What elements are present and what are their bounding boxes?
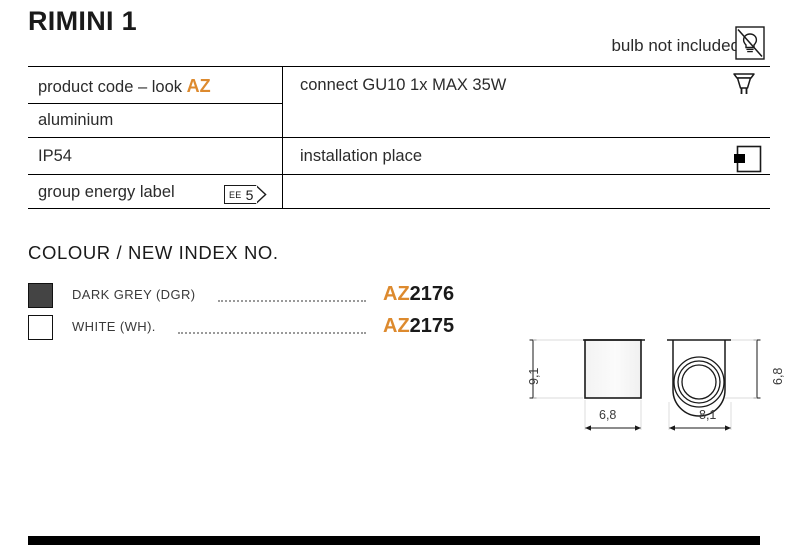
colour-name-dark-grey: DARK GREY (DGR) [72,287,196,302]
table-cell-material: aluminium [38,111,114,129]
energy-label-prefix: EE [229,189,242,200]
table-rule-3 [28,174,770,175]
colour-code-number-white: 2175 [409,315,455,337]
product-code-label: product code – look [38,78,187,96]
gu10-bulb-icon [731,70,757,98]
table-cell-energy-label: group energy label [38,183,175,201]
table-column-divider [282,66,283,208]
colour-row-white: WHITE (WH). AZ2175 [28,315,458,340]
table-rule-2 [28,137,770,138]
colour-swatch-dark-grey [28,283,53,308]
installation-place-icon [734,144,764,174]
side-view-height-dimension: 9,1 [527,367,541,385]
energy-label-arrow-icon [256,185,268,204]
product-code-accent: AZ [186,76,211,96]
colour-code-prefix-dark-grey: AZ [383,283,410,305]
colour-name-white: WHITE (WH). [72,319,156,334]
bulb-not-included-label: bulb not included [611,36,740,55]
page-title: RIMINI 1 [28,6,137,36]
table-rule-bottom [28,208,770,209]
table-cell-installation-place: installation place [300,147,422,165]
table-cell-ip-rating: IP54 [38,147,72,165]
colour-code-number-dark-grey: 2176 [409,283,455,305]
energy-label-badge: EE 5 [224,185,268,204]
colour-code-white: AZ2175 [383,315,454,338]
energy-label-value: 5 [245,186,254,203]
table-rule-top [28,66,770,67]
bulb-not-included-icon [735,26,765,60]
side-view-width-dimension: 6,8 [599,408,617,422]
table-cell-product-code: product code – look AZ [38,76,211,97]
bottom-divider-bar [28,536,760,545]
top-view-height-dimension: 6,8 [771,367,785,385]
leader-dots-white [178,330,366,334]
table-rule-1 [28,103,282,104]
table-cell-connect: connect GU10 1x MAX 35W [300,76,507,94]
colour-section-heading: COLOUR / NEW INDEX NO. [28,242,279,263]
top-view-drawing [667,339,761,431]
top-view-width-dimension: 8,1 [699,408,717,422]
specification-table: product code – look AZ aluminium IP54 gr… [28,66,770,209]
technical-drawings: 9,1 6,8 6,8 8,1 [505,330,788,445]
colour-row-dark-grey: DARK GREY (DGR) AZ2176 [28,283,458,308]
colour-code-dark-grey: AZ2176 [383,283,454,306]
side-view-drawing [529,339,645,431]
colour-swatch-white [28,315,53,340]
leader-dots-dark-grey [218,298,366,302]
colour-code-prefix-white: AZ [383,315,410,337]
